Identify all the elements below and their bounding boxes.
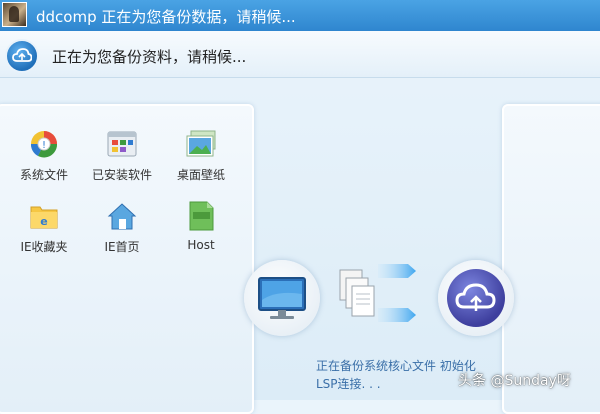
watermark: 头条 @Sunday呀 (458, 373, 571, 389)
progress-message: 正在备份系统核心文件 初始化LSP连接. . . (316, 359, 476, 391)
backup-item-host[interactable]: Host (161, 200, 241, 260)
avatar (2, 2, 27, 27)
system-file-icon: ! (28, 128, 60, 160)
monitor-icon (244, 260, 320, 336)
wallpaper-icon (185, 128, 217, 160)
ie-homepage-icon (106, 200, 138, 232)
documents-icon (336, 266, 376, 320)
backup-item-installed-software[interactable]: 已安装软件 (82, 128, 162, 188)
backup-item-ie-favorites[interactable]: e IE收藏夹 (4, 200, 84, 260)
ie-favorites-icon: e (28, 200, 60, 232)
title-bar: ddcomp 正在为您备份数据，请稍候... (0, 0, 600, 31)
backup-item-ie-homepage[interactable]: IE首页 (82, 200, 162, 260)
svg-text:!: ! (42, 140, 46, 151)
backup-item-label: Host (187, 238, 215, 252)
backup-item-label: 系统文件 (19, 168, 68, 182)
window-title: ddcomp 正在为您备份数据，请稍候... (36, 8, 296, 26)
transfer-arrows-icon (378, 258, 418, 330)
backup-target-panel (502, 104, 600, 414)
backup-item-label: 已安装软件 (91, 168, 152, 182)
host-file-icon (185, 200, 217, 232)
installed-software-icon (106, 128, 138, 160)
svg-text:e: e (40, 215, 47, 228)
cloud-sync-icon (438, 260, 514, 336)
backup-item-label: 桌面壁纸 (176, 168, 225, 182)
backup-item-label: IE首页 (104, 240, 140, 254)
backup-item-wallpaper[interactable]: 桌面壁纸 (161, 128, 241, 188)
backup-item-label: IE收藏夹 (20, 240, 68, 254)
cloud-backup-icon (5, 39, 39, 73)
status-message: 正在为您备份资料，请稍候... (52, 48, 247, 66)
backup-item-system-files[interactable]: ! 系统文件 (4, 128, 84, 188)
